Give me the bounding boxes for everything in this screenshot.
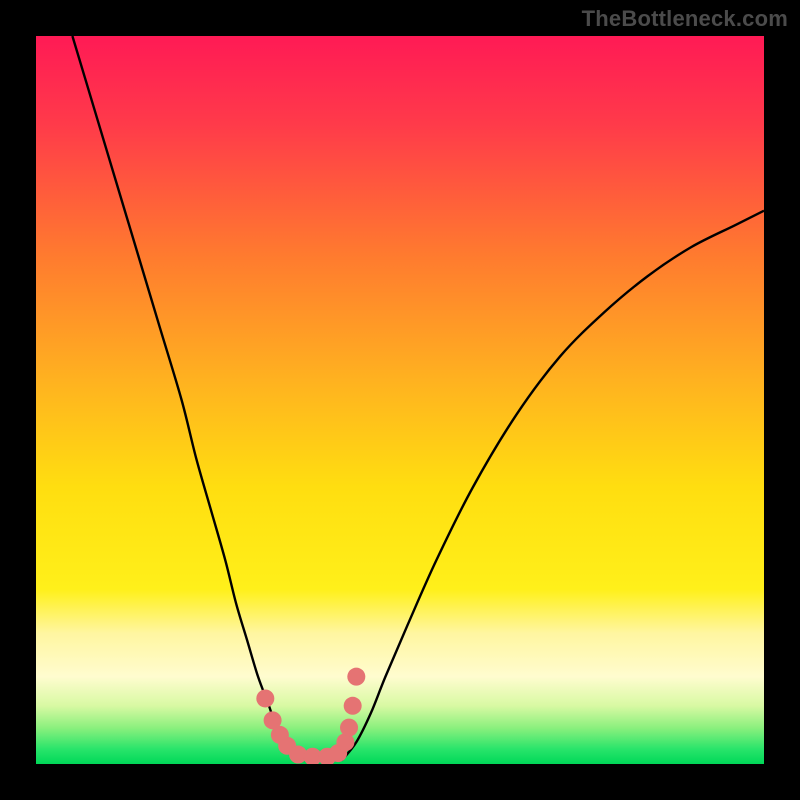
watermark-text: TheBottleneck.com (582, 6, 788, 32)
plot-area (36, 36, 764, 764)
valley-marker (344, 697, 362, 715)
curves-layer (36, 36, 764, 764)
valley-marker (347, 668, 365, 686)
chart-frame: TheBottleneck.com (0, 0, 800, 800)
valley-markers (256, 668, 365, 764)
left-branch-curve (72, 36, 298, 760)
valley-marker (340, 719, 358, 737)
valley-marker (256, 689, 274, 707)
right-branch-curve (342, 211, 764, 761)
